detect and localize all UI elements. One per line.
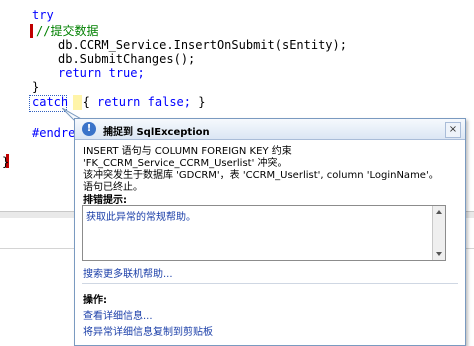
close-button[interactable]: × [445,122,461,138]
troubleshooting-label: 排错提示: [83,195,127,206]
exception-message: INSERT 语句与 COLUMN FOREIGN KEY 约束 'FK_CCR… [83,146,459,194]
code-line-close-brace: } [32,80,40,94]
section-divider [82,283,458,284]
actions-label: 操作: [83,295,107,306]
copy-detail-link[interactable]: 将异常详细信息复制到剪贴板 [83,323,213,338]
popup-title-bar[interactable]: ! 捕捉到 SqlException × [75,119,465,140]
popup-title: 捕捉到 SqlException [103,127,210,138]
view-detail-link[interactable]: 查看详细信息... [83,307,153,322]
scroll-up-icon[interactable] [436,210,442,214]
code-line-submit: db.SubmitChanges(); [58,52,196,66]
troubleshooting-tip[interactable]: 获取此异常的常规帮助。 [86,208,196,223]
code-line-return: return true; [58,66,145,81]
exception-assistant-popup[interactable]: ! 捕捉到 SqlException × INSERT 语句与 COLUMN F… [74,118,466,346]
troubleshooting-scrollbar[interactable] [432,206,445,260]
catch-open-brace: { [82,95,90,109]
exception-warning-icon: ! [82,122,96,136]
code-line-bottom-brace: } [2,155,10,169]
scroll-down-icon[interactable] [436,252,442,256]
catch-close-brace: } [198,95,206,109]
false-keyword: false; [147,95,191,109]
catch-return-keyword: return [97,95,141,109]
code-line-catch: catch { return false; } [32,95,205,110]
search-online-help-link[interactable]: 搜索更多联机帮助... [83,265,173,280]
troubleshooting-list[interactable]: 获取此异常的常规帮助。 [82,205,446,261]
code-line-comment: //提交数据 [36,24,99,38]
code-line-insert: db.CCRM_Service.InsertOnSubmit(sEntity); [58,38,347,52]
catch-keyword: catch [32,95,69,109]
return-keyword: return [58,66,102,80]
code-line-try: try [32,8,54,22]
exception-message-line: 语句已终止。 [83,182,143,193]
true-keyword: true; [108,66,145,80]
exception-message-line: INSERT 语句与 COLUMN FOREIGN KEY 约束 'FK_CCR… [83,146,292,169]
exception-message-line: 该冲突发生于数据库 'GDCRM'，表 'CCRM_Userlist', col… [83,170,439,181]
change-marker-bar [30,24,33,38]
